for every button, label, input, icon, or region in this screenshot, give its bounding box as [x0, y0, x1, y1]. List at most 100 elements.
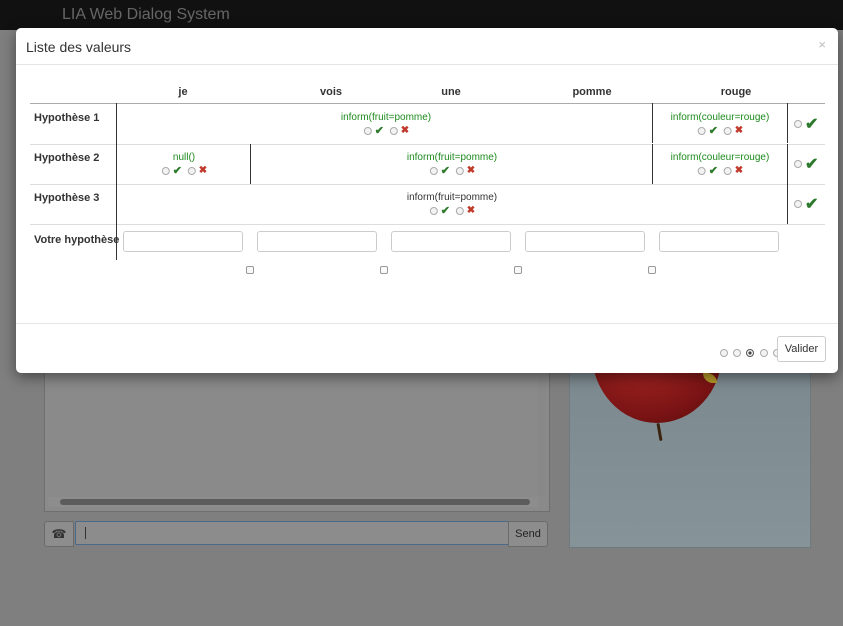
- reject-radio[interactable]: [187, 167, 196, 175]
- modal-title: Liste des valeurs: [26, 39, 132, 55]
- modal-footer: Valider: [16, 323, 838, 374]
- chat-horizontal-scrollbar[interactable]: [48, 497, 538, 507]
- segment-cell: inform(fruit=pomme) ✔ ✖: [407, 192, 497, 218]
- apple-image: [592, 373, 722, 423]
- check-icon: ✔: [172, 165, 183, 177]
- accept-radio[interactable]: [697, 167, 706, 175]
- chat-log-panel[interactable]: [44, 372, 550, 512]
- cross-icon: ✖: [466, 205, 476, 216]
- reject-radio[interactable]: [389, 127, 398, 135]
- row-separator: [30, 144, 825, 145]
- check-icon: ✔: [805, 196, 819, 213]
- page-dot[interactable]: [732, 349, 741, 357]
- word-input-une[interactable]: [391, 231, 511, 252]
- column-header-pomme: pomme: [572, 86, 612, 98]
- dialog-act-text: inform(couleur=rouge): [670, 112, 770, 123]
- pagination-dots: [719, 346, 782, 360]
- user-hypothesis-label: Votre hypothèse: [34, 234, 120, 246]
- reject-radio[interactable]: [455, 167, 464, 175]
- apple-stem: [656, 422, 663, 442]
- hypothesis-3-label: Hypothèse 3: [34, 192, 100, 204]
- page-dot-active[interactable]: [746, 349, 755, 357]
- header-separator: [30, 103, 825, 104]
- check-icon: ✔: [440, 205, 451, 217]
- send-button[interactable]: Send: [508, 521, 548, 547]
- modal-header: Liste des valeurs ×: [16, 28, 838, 65]
- dialog-act-text: null(): [172, 152, 196, 163]
- phone-button[interactable]: ☎: [44, 521, 74, 547]
- phone-icon: ☎: [51, 527, 67, 541]
- check-icon: ✔: [440, 165, 451, 177]
- cross-icon: ✖: [400, 125, 410, 136]
- merge-checkbox[interactable]: [246, 266, 254, 274]
- check-icon: ✔: [805, 116, 819, 133]
- segment-controls: ✔ ✖: [671, 165, 770, 178]
- scrollbar-thumb[interactable]: [60, 499, 530, 505]
- reject-radio[interactable]: [455, 207, 464, 215]
- segment-boundary: [787, 184, 788, 224]
- brand-title: LIA Web Dialog System: [62, 6, 230, 23]
- merge-checkbox[interactable]: [514, 266, 522, 274]
- select-hypothesis-radio[interactable]: [794, 160, 802, 168]
- segment-boundary: [787, 103, 788, 143]
- accept-radio[interactable]: [161, 167, 170, 175]
- word-input-vois[interactable]: [257, 231, 377, 252]
- submit-button[interactable]: Valider: [777, 336, 826, 362]
- accept-radio[interactable]: [363, 127, 372, 135]
- dialog-act-text: inform(fruit=pomme): [406, 192, 498, 203]
- segment-cell: inform(couleur=rouge) ✔ ✖: [671, 152, 770, 178]
- check-icon: ✔: [805, 156, 819, 173]
- row-separator: [30, 184, 825, 185]
- select-hypothesis-radio[interactable]: [794, 120, 802, 128]
- hypothesis-1-label: Hypothèse 1: [34, 112, 100, 124]
- cross-icon: ✖: [734, 125, 744, 136]
- segment-boundary: [652, 103, 653, 143]
- segment-cell: inform(couleur=rouge) ✔ ✖: [671, 112, 770, 138]
- column-header-vois: vois: [319, 86, 343, 98]
- cross-icon: ✖: [198, 165, 208, 176]
- message-input-row: ☎ Send: [44, 521, 548, 547]
- accept-radio[interactable]: [429, 207, 438, 215]
- word-input-pomme[interactable]: [525, 231, 645, 252]
- dialog-act-text: inform(fruit=pomme): [340, 112, 432, 123]
- word-input-rouge[interactable]: [659, 231, 779, 252]
- check-icon: ✔: [708, 125, 719, 137]
- accept-radio[interactable]: [429, 167, 438, 175]
- accept-radio[interactable]: [697, 127, 706, 135]
- segment-boundary: [652, 144, 653, 184]
- check-icon: ✔: [708, 165, 719, 177]
- cross-icon: ✖: [466, 165, 476, 176]
- segment-boundary: [787, 144, 788, 184]
- text-caret: [85, 527, 86, 539]
- hypothesis-2-label: Hypothèse 2: [34, 152, 100, 164]
- segment-cell: inform(fruit=pomme) ✔ ✖: [407, 152, 497, 178]
- merge-checkbox[interactable]: [380, 266, 388, 274]
- page-dot[interactable]: [759, 349, 768, 357]
- segment-controls: ✔ ✖: [341, 125, 431, 138]
- row-separator: [30, 224, 825, 225]
- dialog-act-text: inform(fruit=pomme): [406, 152, 498, 163]
- reject-radio[interactable]: [723, 167, 732, 175]
- hypothesis-3-select: ✔: [792, 194, 819, 214]
- segment-boundary: [250, 144, 251, 184]
- chat-vertical-scrollbar[interactable]: [538, 378, 546, 496]
- hypothesis-1-select: ✔: [792, 114, 819, 134]
- select-hypothesis-radio[interactable]: [794, 200, 802, 208]
- fruit-image-panel: [569, 372, 811, 548]
- column-header-je: je: [178, 86, 188, 98]
- cross-icon: ✖: [734, 165, 744, 176]
- word-input-je[interactable]: [123, 231, 243, 252]
- message-input[interactable]: [75, 521, 519, 545]
- segment-controls: ✔ ✖: [407, 205, 497, 218]
- close-icon[interactable]: ×: [818, 37, 826, 52]
- segment-cell: null() ✔ ✖: [160, 152, 208, 178]
- page-dot[interactable]: [719, 349, 728, 357]
- segment-cell: inform(fruit=pomme) ✔ ✖: [341, 112, 431, 138]
- top-navbar: LIA Web Dialog System: [0, 0, 843, 30]
- reject-radio[interactable]: [723, 127, 732, 135]
- dialog-act-text: inform(couleur=rouge): [670, 152, 770, 163]
- merge-checkbox[interactable]: [648, 266, 656, 274]
- values-modal: Liste des valeurs × je vois une pomme ro…: [16, 28, 838, 373]
- segment-controls: ✔ ✖: [407, 165, 497, 178]
- segment-controls: ✔ ✖: [671, 125, 770, 138]
